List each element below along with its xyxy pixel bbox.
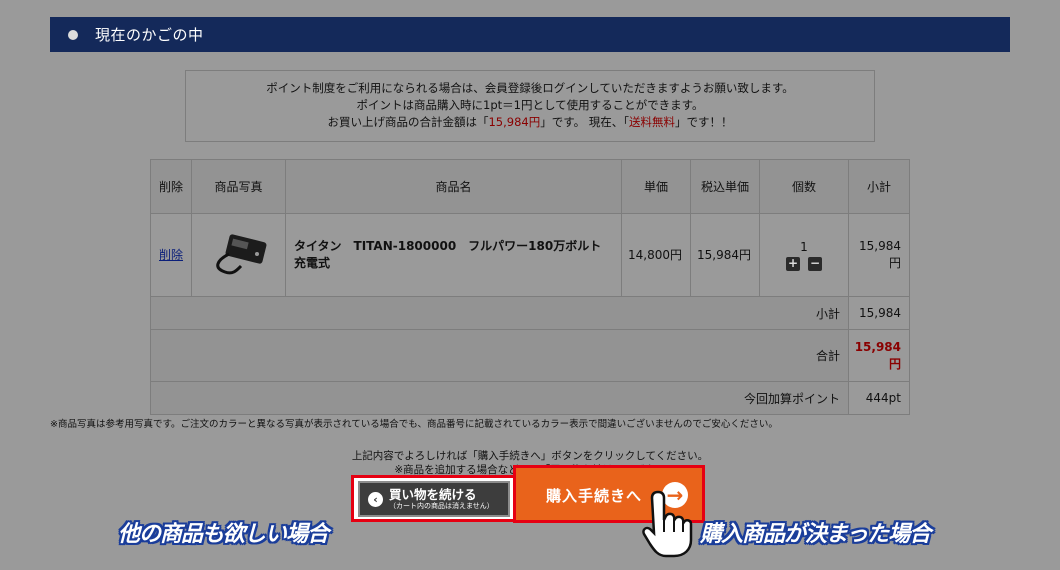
photo-footnote: ※商品写真は参考用写真です。ご注文のカラーと異なる写真が表示されている場合でも、… <box>50 419 778 430</box>
col-name: 商品名 <box>285 159 622 214</box>
quantity-minus-button[interactable]: − <box>808 256 822 271</box>
col-unit-price-tax: 税込単価 <box>690 159 760 214</box>
shipping-status: 送料無料 <box>629 115 675 129</box>
table-row: 削除 タイタン TITAN-1800000 フルパワー180万ボルト 充電式 1… <box>150 213 910 297</box>
total-label: 合計 <box>150 329 849 382</box>
total-value: 15,984円 <box>848 329 910 382</box>
continue-shopping-button[interactable]: ‹ 買い物を続ける （カート内の商品は消えません） <box>358 481 510 517</box>
points-row: 今回加算ポイント 444pt <box>150 381 910 415</box>
col-unit-price: 単価 <box>621 159 691 214</box>
notice-line-2: ポイントは商品購入時に1pt＝1円として使用することができます。 <box>356 98 704 112</box>
subtotal-value: 15,984 <box>848 296 910 330</box>
point-notice: ポイント制度をご利用になられる場合は、会員登録後ログインしていただきますようお願… <box>185 70 875 142</box>
hand-pointer-icon <box>640 488 696 558</box>
col-quantity: 個数 <box>759 159 849 214</box>
cart-table: 削除 商品写真 商品名 単価 税込単価 個数 小計 削除 タイタン TITAN-… <box>150 159 910 415</box>
points-label: 今回加算ポイント <box>150 381 849 415</box>
table-header-row: 削除 商品写真 商品名 単価 税込単価 個数 小計 <box>150 159 910 214</box>
col-subtotal: 小計 <box>848 159 910 214</box>
product-photo[interactable] <box>207 230 271 280</box>
unit-price: 14,800円 <box>621 213 691 297</box>
item-subtotal: 15,984円 <box>848 213 910 297</box>
callout-left: 他の商品も欲しい場合 <box>118 522 329 547</box>
notice-line-1: ポイント制度をご利用になられる場合は、会員登録後ログインしていただきますようお願… <box>266 81 794 95</box>
page-title: 現在のかごの中 <box>95 26 204 44</box>
quantity-value: 1 <box>800 239 808 254</box>
cart-header: 現在のかごの中 <box>50 17 1010 52</box>
col-delete: 削除 <box>150 159 192 214</box>
callout-right: 購入商品が決まった場合 <box>700 522 931 547</box>
unit-price-tax: 15,984円 <box>690 213 760 297</box>
chevron-left-icon: ‹ <box>368 491 383 507</box>
col-photo: 商品写真 <box>191 159 286 214</box>
notice-total: 15,984円 <box>488 115 541 129</box>
notice-line-3: お買い上げ商品の合計金額は「15,984円」です。 現在、「送料無料」です！！ <box>327 115 733 129</box>
subtotal-label: 小計 <box>150 296 849 330</box>
points-value: 444pt <box>848 381 910 415</box>
total-row: 合計 15,984円 <box>150 329 910 382</box>
delete-link[interactable]: 削除 <box>159 248 183 262</box>
product-name[interactable]: タイタン TITAN-1800000 フルパワー180万ボルト 充電式 <box>285 213 622 297</box>
quantity-plus-button[interactable]: + <box>786 256 800 271</box>
bullet-icon <box>68 29 78 40</box>
guide-line-1: 上記内容でよろしければ「購入手続きへ」ボタンをクリックしてください。 <box>351 450 709 462</box>
subtotal-row: 小計 15,984 <box>150 296 910 330</box>
